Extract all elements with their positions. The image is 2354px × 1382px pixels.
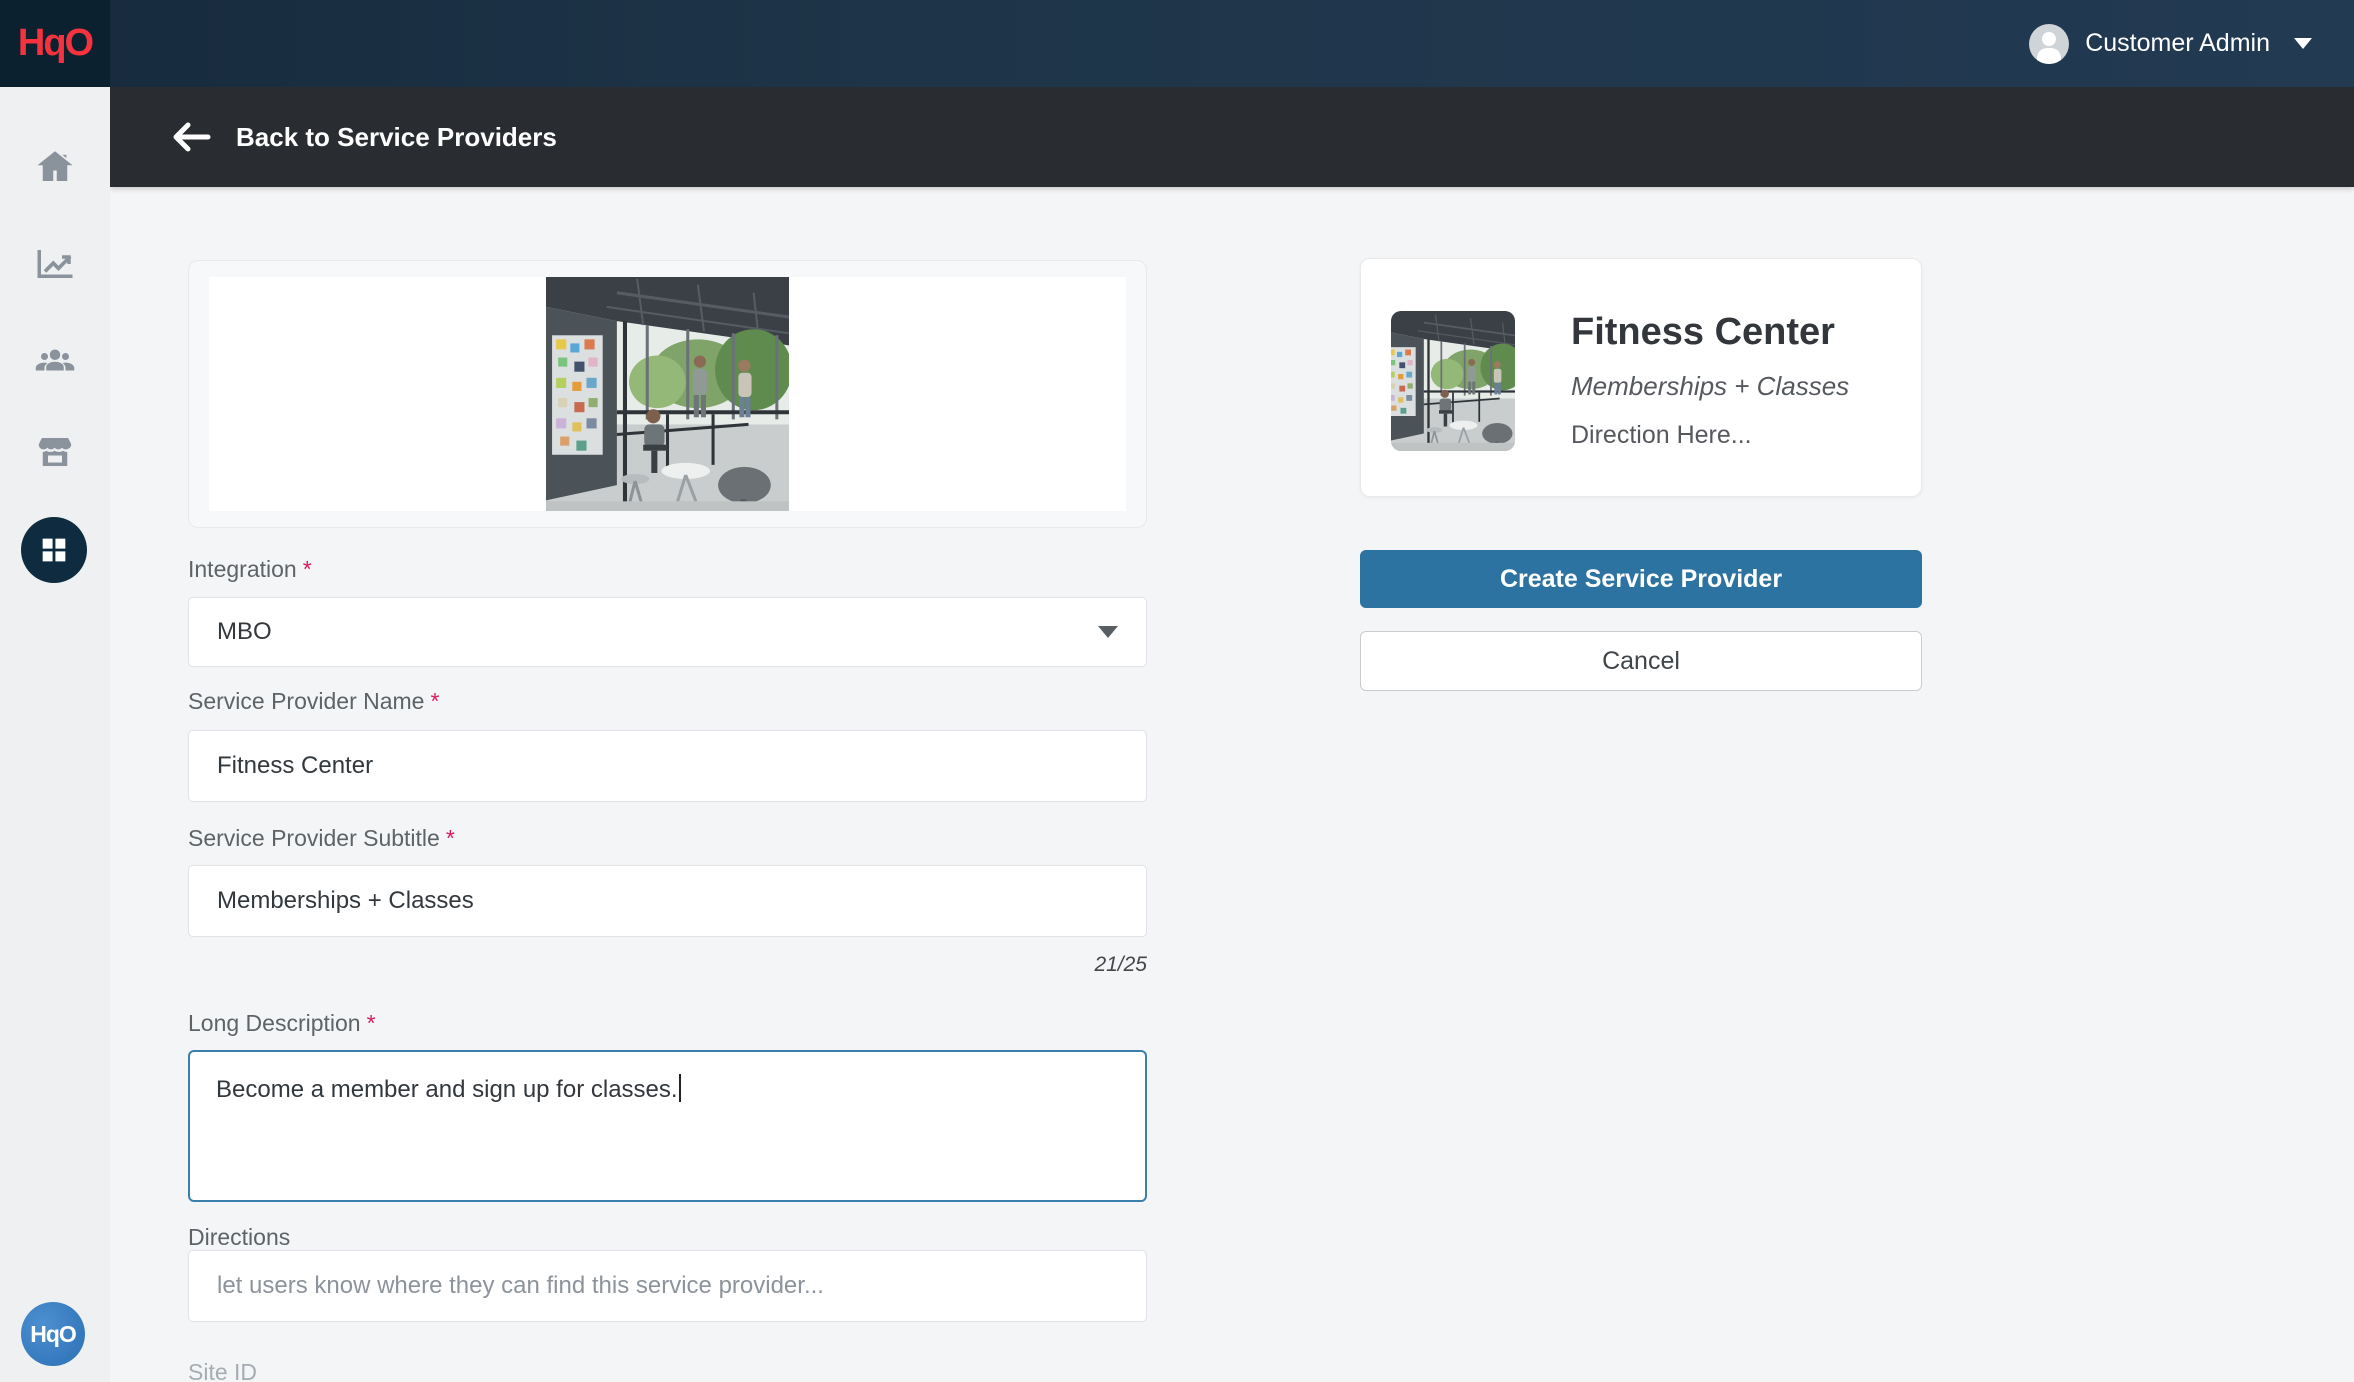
hqo-logo[interactable]: HqO xyxy=(0,0,110,87)
fitness-center-photo-thumb xyxy=(1391,311,1515,451)
service-provider-name-input[interactable]: Fitness Center xyxy=(188,730,1147,802)
fitness-center-photo xyxy=(546,277,789,511)
required-asterisk: * xyxy=(367,1010,376,1036)
hqo-logo-text: HqO xyxy=(18,22,92,65)
main-content: Integration* MBO Service Provider Name* … xyxy=(110,187,2354,1382)
create-service-provider-button[interactable]: Create Service Provider xyxy=(1360,550,1922,608)
sidebar-item-home[interactable] xyxy=(0,134,110,200)
chevron-down-icon xyxy=(2294,38,2312,49)
back-label: Back to Service Providers xyxy=(236,122,557,153)
people-icon xyxy=(34,339,76,381)
text-caret xyxy=(679,1074,681,1102)
long-description-label: Long Description* xyxy=(188,1010,376,1037)
sidebar-footer-logo-text: HqO xyxy=(30,1321,76,1348)
back-arrow-icon xyxy=(172,121,212,153)
sidebar-item-apps-active[interactable] xyxy=(21,517,87,583)
analytics-icon xyxy=(34,243,76,285)
preview-title: Fitness Center xyxy=(1571,311,1835,354)
image-upload-card[interactable] xyxy=(188,260,1147,528)
service-provider-name-value: Fitness Center xyxy=(217,752,373,780)
required-asterisk: * xyxy=(446,825,455,851)
service-provider-subtitle-input[interactable]: Memberships + Classes xyxy=(188,865,1147,937)
sidebar-item-marketplace[interactable] xyxy=(0,419,110,485)
integration-value: MBO xyxy=(217,618,272,646)
long-description-textarea[interactable]: Become a member and sign up for classes. xyxy=(188,1050,1147,1202)
back-button[interactable]: Back to Service Providers xyxy=(172,121,557,153)
topbar: HqO Customer Admin xyxy=(0,0,2354,87)
sidebar-item-analytics[interactable] xyxy=(0,231,110,297)
avatar-icon xyxy=(2029,24,2069,64)
user-menu[interactable]: Customer Admin xyxy=(2029,24,2312,64)
service-provider-subtitle-value: Memberships + Classes xyxy=(217,887,474,915)
required-asterisk: * xyxy=(303,556,312,582)
preview-thumbnail xyxy=(1391,311,1515,451)
user-name: Customer Admin xyxy=(2085,29,2270,58)
home-icon xyxy=(34,146,76,188)
sidebar: HqO xyxy=(0,87,110,1382)
sidebar-footer-logo[interactable]: HqO xyxy=(21,1302,85,1366)
image-upload-inner xyxy=(209,277,1126,511)
directions-input[interactable]: let users know where they can find this … xyxy=(188,1250,1147,1322)
site-id-label: Site ID xyxy=(188,1359,257,1382)
app-window: HqO Customer Admin HqO xyxy=(0,0,2354,1382)
preview-card: Fitness Center Memberships + Classes Dir… xyxy=(1360,258,1922,497)
integration-select[interactable]: MBO xyxy=(188,597,1147,667)
preview-direction: Direction Here... xyxy=(1571,421,1752,450)
integration-label: Integration* xyxy=(188,556,312,583)
apps-grid-icon xyxy=(37,533,71,567)
long-description-value: Become a member and sign up for classes. xyxy=(216,1076,678,1103)
required-asterisk: * xyxy=(430,688,439,714)
storefront-icon xyxy=(34,431,76,473)
char-counter: 21/25 xyxy=(188,953,1147,977)
dropdown-caret-icon xyxy=(1098,626,1118,638)
service-provider-name-label: Service Provider Name* xyxy=(188,688,439,715)
preview-subtitle: Memberships + Classes xyxy=(1571,371,1849,402)
directions-placeholder: let users know where they can find this … xyxy=(217,1272,824,1300)
sidebar-item-people[interactable] xyxy=(0,327,110,393)
directions-label: Directions xyxy=(188,1224,290,1251)
cancel-button[interactable]: Cancel xyxy=(1360,631,1922,691)
subheader: Back to Service Providers xyxy=(110,87,2354,187)
service-provider-subtitle-label: Service Provider Subtitle* xyxy=(188,825,455,852)
